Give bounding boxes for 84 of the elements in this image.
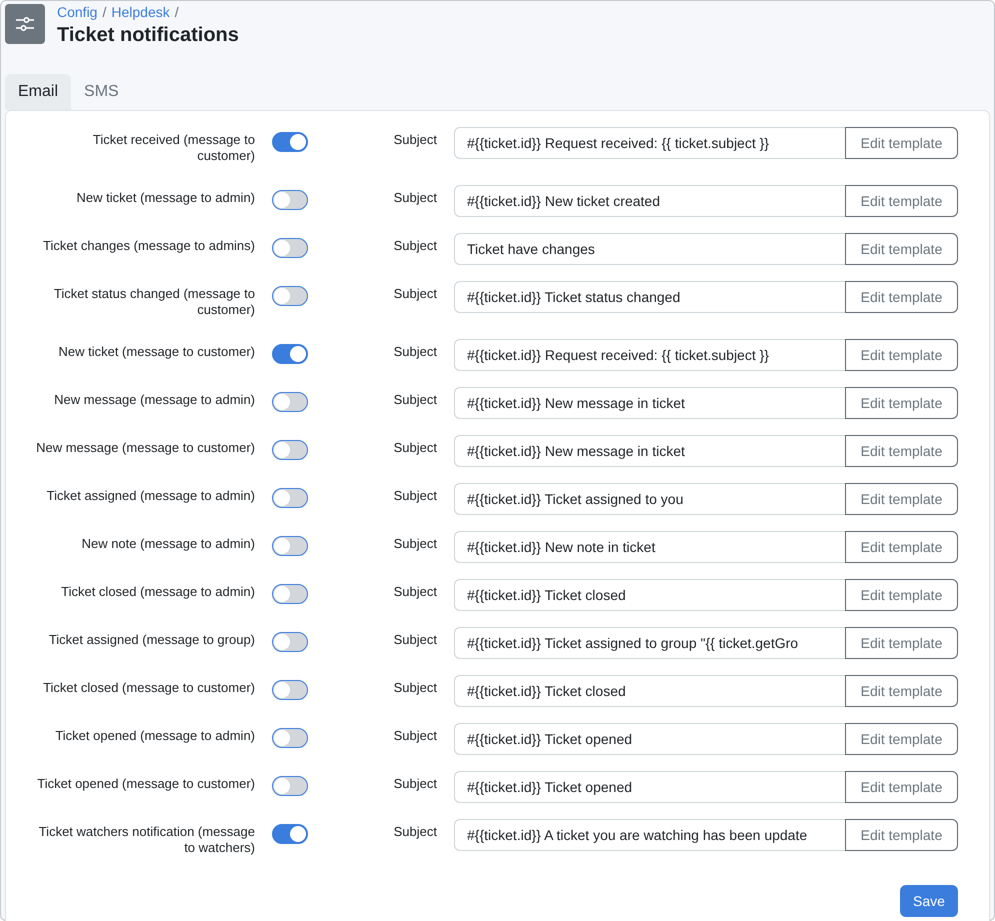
subject-field[interactable]: #{{ticket.id}} Ticket opened (454, 723, 846, 755)
edit-template-button[interactable]: Edit template (845, 531, 958, 563)
toggle-switch[interactable] (272, 488, 308, 508)
toggle-switch[interactable] (272, 440, 308, 460)
subject-field[interactable]: Ticket have changes (454, 233, 846, 265)
notification-label: New ticket (message to customer) (57, 343, 255, 361)
edit-template-button[interactable]: Edit template (845, 233, 958, 265)
subject-field[interactable]: #{{ticket.id}} Ticket assigned to you (454, 483, 846, 515)
field-label: Subject (394, 487, 437, 505)
subject-field[interactable]: #{{ticket.id}} New message in ticket (454, 387, 846, 419)
notification-label: New message (message to admin) (53, 391, 255, 409)
notification-label: Ticket opened (message to admin) (54, 727, 255, 745)
toggle-switch[interactable] (272, 680, 308, 700)
field-label: Subject (394, 285, 437, 303)
field-label: Subject (394, 343, 437, 361)
toggle-switch[interactable] (272, 286, 308, 306)
toggle-switch[interactable] (272, 344, 308, 364)
toggle-switch[interactable] (272, 536, 308, 556)
breadcrumb-link[interactable]: Config (57, 4, 98, 20)
edit-template-button[interactable]: Edit template (845, 339, 958, 371)
edit-template-button[interactable]: Edit template (845, 627, 958, 659)
edit-template-button[interactable]: Edit template (845, 127, 958, 159)
tab[interactable]: Email (5, 74, 72, 110)
toggle-switch[interactable] (272, 776, 308, 796)
notification-label: New ticket (message to admin) (76, 189, 255, 207)
edit-template-button[interactable]: Edit template (845, 723, 958, 755)
subject-field[interactable]: #{{ticket.id}} Ticket opened (454, 771, 846, 803)
edit-template-button[interactable]: Edit template (845, 771, 958, 803)
breadcrumb-separator: / (174, 4, 179, 20)
subject-field[interactable]: #{{ticket.id}} Ticket status changed (454, 281, 846, 313)
toggle-switch[interactable] (272, 392, 308, 412)
field-label: Subject (394, 189, 437, 207)
toggle-switch[interactable] (272, 824, 308, 844)
notification-label: Ticket changes (message to admins) (42, 237, 255, 255)
notification-label: New note (message to admin) (80, 535, 255, 553)
subject-field[interactable]: #{{ticket.id}} Ticket closed (454, 579, 846, 611)
field-label: Subject (394, 727, 437, 745)
field-label: Subject (394, 775, 437, 793)
edit-template-button[interactable]: Edit template (845, 483, 958, 515)
subject-field[interactable]: #{{ticket.id}} Ticket assigned to group "{{ ticket.getGro (454, 627, 846, 659)
subject-field[interactable]: #{{ticket.id}} Ticket closed (454, 675, 846, 707)
edit-template-button[interactable]: Edit template (845, 185, 958, 217)
edit-template-button[interactable]: Edit template (845, 281, 958, 313)
breadcrumb-separator: / (102, 4, 106, 20)
subject-field[interactable]: #{{ticket.id}} New message in ticket (454, 435, 846, 467)
field-label: Subject (394, 679, 437, 697)
toggle-switch[interactable] (272, 728, 308, 748)
subject-field[interactable]: #{{ticket.id}} A ticket you are watching has been update (454, 819, 846, 851)
notification-label: Ticket watchers notification (message to watchers) (38, 823, 255, 857)
toggle-switch[interactable] (272, 632, 308, 652)
toggle-switch[interactable] (272, 584, 308, 604)
notification-label: Ticket assigned (message to admin) (46, 487, 255, 505)
toggle-switch[interactable] (272, 238, 308, 258)
breadcrumb-link[interactable]: Helpdesk (111, 4, 170, 20)
sliders-icon (5, 4, 45, 44)
field-label: Subject (394, 237, 437, 255)
field-label: Subject (394, 631, 437, 649)
save-button[interactable]: Save (900, 885, 958, 917)
subject-field[interactable]: #{{ticket.id}} Request received: {{ ticket.subject }} (454, 127, 846, 159)
subject-field[interactable]: #{{ticket.id}} Request received: {{ ticket.subject }} (454, 339, 846, 371)
field-label: Subject (394, 535, 437, 553)
subject-field[interactable]: #{{ticket.id}} New ticket created (454, 185, 846, 217)
edit-template-button[interactable]: Edit template (845, 579, 958, 611)
field-label: Subject (394, 391, 437, 409)
notification-label: Ticket closed (message to admin) (60, 583, 255, 601)
notification-label: Ticket status changed (message to customer) (52, 285, 255, 319)
notification-label: Ticket received (message to customer) (92, 131, 255, 165)
toggle-switch[interactable] (272, 132, 308, 152)
edit-template-button[interactable]: Edit template (845, 819, 958, 851)
field-label: Subject (394, 583, 437, 601)
notification-label: Ticket opened (message to customer) (36, 775, 255, 793)
edit-template-button[interactable]: Edit template (845, 387, 958, 419)
subject-field[interactable]: #{{ticket.id}} New note in ticket (454, 531, 846, 563)
page-title: Ticket notifications (57, 23, 239, 47)
tab[interactable]: SMS (71, 74, 132, 110)
notification-label: Ticket assigned (message to group) (48, 631, 255, 649)
toggle-switch[interactable] (272, 190, 308, 210)
edit-template-button[interactable]: Edit template (845, 675, 958, 707)
edit-template-button[interactable]: Edit template (845, 435, 958, 467)
field-label: Subject (394, 131, 437, 149)
notification-label: New message (message to customer) (36, 439, 255, 457)
field-label: Subject (394, 439, 437, 457)
notification-label: Ticket closed (message to customer) (42, 679, 255, 697)
field-label: Subject (394, 823, 437, 841)
